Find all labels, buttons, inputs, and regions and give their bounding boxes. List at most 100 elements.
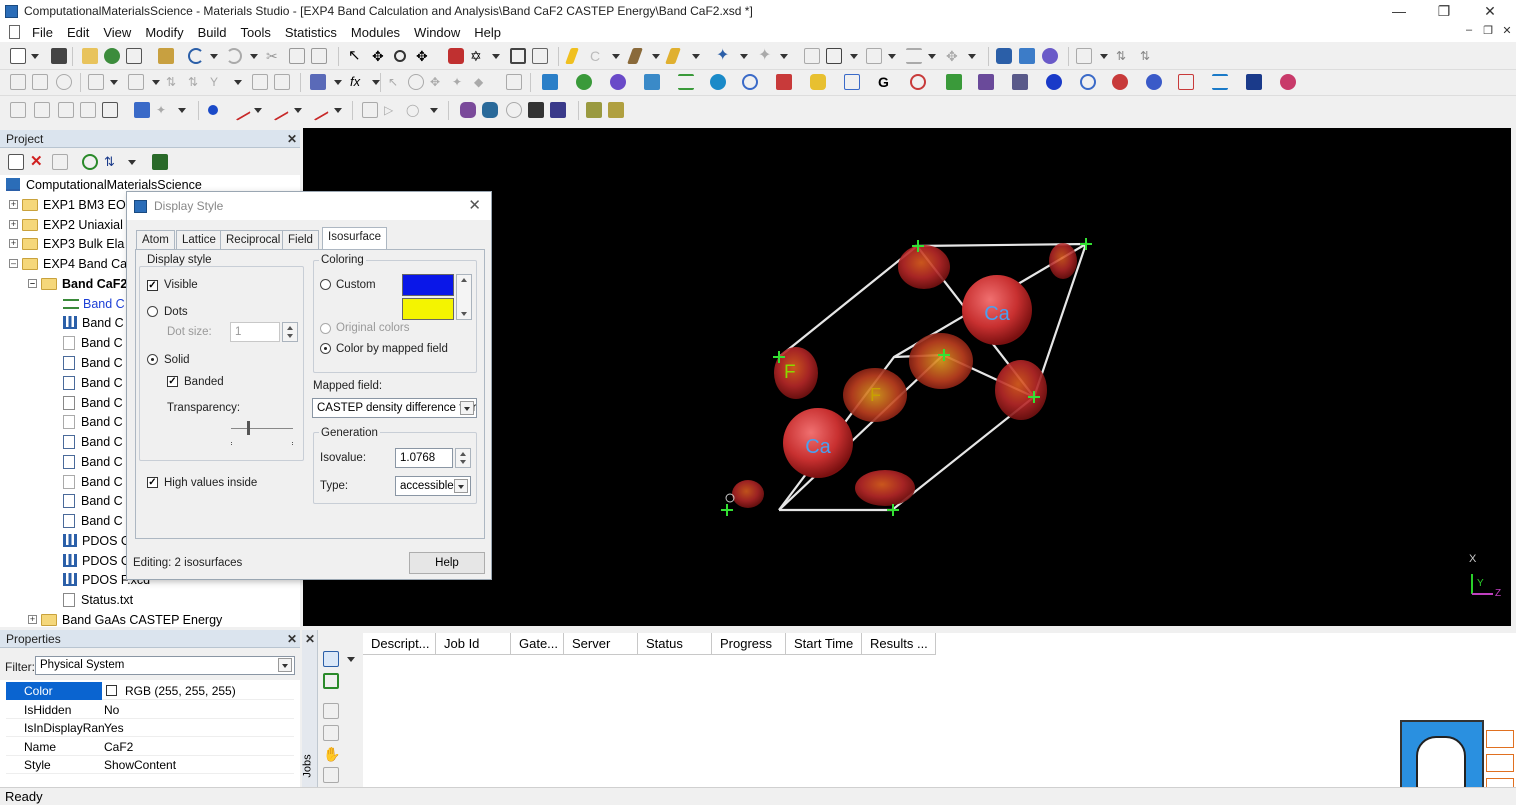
play-icon[interactable]: ▷ [384, 102, 400, 118]
column-gateway[interactable]: Gate... [511, 633, 564, 655]
banded-checkbox[interactable]: ✓ [167, 376, 178, 387]
color-by-mapped-field-radio[interactable] [320, 343, 331, 354]
tree-item[interactable]: + EXP3 Bulk Ela [9, 234, 124, 253]
rotate-icon[interactable]: ✡ [470, 48, 486, 64]
tab-field[interactable]: Field [282, 230, 319, 250]
property-row[interactable]: Style ShowContent [6, 756, 294, 774]
fit-screen-icon[interactable] [510, 48, 526, 64]
high-values-checkbox[interactable]: ✓ [147, 477, 158, 488]
centroid-icon[interactable]: ◆ [474, 74, 490, 90]
tree-item[interactable]: PDOS C [63, 531, 130, 550]
script-icon[interactable] [362, 102, 378, 118]
find-symmetry-icon[interactable]: ✦ [156, 102, 172, 118]
column-job-id[interactable]: Job Id [436, 633, 511, 655]
close-button[interactable]: ✕ [1467, 0, 1513, 22]
move-icon[interactable]: ✥ [946, 48, 962, 64]
animate-icon[interactable] [56, 74, 72, 90]
menu-help[interactable]: Help [474, 25, 501, 40]
box-3d-icon[interactable] [608, 102, 624, 118]
refine-icon[interactable] [80, 102, 96, 118]
isovalue-stepper[interactable] [455, 448, 471, 468]
zoom-icon[interactable] [394, 50, 406, 62]
tree-item[interactable]: Status.txt [63, 590, 133, 609]
translate-icon[interactable]: ✥ [372, 48, 388, 64]
column-start-time[interactable]: Start Time [786, 633, 862, 655]
undo-icon[interactable] [188, 48, 204, 64]
column-server[interactable]: Server [564, 633, 638, 655]
tree-item[interactable]: Band C [63, 353, 123, 372]
mdi-restore-button[interactable]: ❐ [1479, 24, 1497, 37]
expand-icon[interactable]: + [28, 615, 37, 624]
function-icon[interactable]: fx [350, 74, 366, 90]
export-icon[interactable] [158, 48, 174, 64]
chevron-down-icon[interactable] [334, 80, 342, 85]
select-icon[interactable]: ↖ [388, 74, 404, 90]
tree-item[interactable]: + EXP1 BM3 EO [9, 195, 126, 214]
menu-build[interactable]: Build [198, 25, 227, 40]
sketch-icon[interactable] [565, 48, 579, 64]
restore-button[interactable]: ❐ [1421, 0, 1467, 22]
chevron-down-icon[interactable] [780, 54, 788, 59]
dpd-icon[interactable] [810, 74, 826, 90]
calculate-bonds-icon[interactable] [267, 99, 289, 121]
arc-icon[interactable]: C [590, 48, 606, 64]
first-frame-icon[interactable] [10, 74, 26, 90]
mdi-close-button[interactable]: ✕ [1498, 24, 1516, 37]
menu-view[interactable]: View [103, 25, 131, 40]
cut-icon[interactable]: ✂ [266, 48, 282, 64]
collapse-icon[interactable]: – [9, 259, 18, 268]
blends-icon[interactable] [710, 74, 726, 90]
clean-icon[interactable]: ✦ [758, 48, 774, 64]
refresh-jobs-icon[interactable] [323, 673, 339, 689]
forcite-icon[interactable] [610, 74, 626, 90]
menu-tools[interactable]: Tools [241, 25, 271, 40]
chevron-down-icon[interactable] [692, 54, 700, 59]
onetep-icon[interactable] [1046, 74, 1062, 90]
properties-icon[interactable] [52, 154, 68, 170]
dmol3-icon[interactable] [576, 74, 592, 90]
expand-icon[interactable]: + [9, 239, 18, 248]
cell-icon[interactable] [58, 102, 74, 118]
book-icon[interactable] [152, 154, 168, 170]
home-icon[interactable] [506, 74, 522, 90]
sort-descending-icon[interactable]: ⇅ [1140, 48, 1156, 64]
crystal-icon[interactable] [102, 102, 118, 118]
save-icon[interactable] [51, 48, 67, 64]
tab-lattice[interactable]: Lattice [176, 230, 222, 250]
tree-item[interactable]: Band C [63, 452, 123, 471]
import-icon[interactable] [104, 48, 120, 64]
tree-item[interactable]: Band C [63, 412, 123, 431]
tree-item[interactable]: Band C [63, 491, 123, 510]
print-icon[interactable] [126, 48, 142, 64]
align-icon[interactable] [906, 48, 922, 64]
build-crystal-icon[interactable] [996, 48, 1012, 64]
new-folder-icon[interactable] [8, 154, 24, 170]
castep-icon[interactable] [542, 74, 558, 90]
chevron-down-icon[interactable] [968, 54, 976, 59]
record-icon[interactable]: ◯ [406, 102, 422, 118]
gaussian-icon[interactable]: G [878, 74, 894, 90]
chevron-down-icon[interactable] [1100, 54, 1108, 59]
tab-atom[interactable]: Atom [136, 230, 175, 250]
label-icon[interactable] [826, 48, 842, 64]
vamp-icon[interactable] [1246, 74, 1262, 90]
minimize-button[interactable]: — [1376, 0, 1422, 22]
chevron-down-icon[interactable] [612, 54, 620, 59]
chevron-down-icon[interactable] [740, 54, 748, 59]
job-list-icon[interactable] [323, 651, 339, 667]
tab-isosurface[interactable]: Isosurface [322, 227, 388, 250]
delete-icon[interactable]: ✕ [30, 154, 46, 170]
chevron-down-icon[interactable] [372, 80, 380, 85]
tree-item[interactable]: Band C [63, 432, 123, 451]
chevron-down-icon[interactable] [31, 54, 39, 59]
stop-job-icon[interactable]: ✋ [323, 746, 340, 762]
tree-item-selected[interactable]: Band C [63, 294, 125, 313]
filter-icon[interactable]: Y [210, 74, 226, 90]
amorphous-cell-icon[interactable] [678, 74, 694, 90]
paste-icon[interactable] [311, 48, 327, 64]
property-row[interactable]: IsInDisplayRan Yes [6, 719, 294, 737]
tree-item[interactable]: Band C [63, 333, 123, 352]
collapse-icon[interactable]: – [28, 279, 37, 288]
job-properties-icon[interactable] [323, 703, 339, 719]
tree-item[interactable]: – Band CaF2 [28, 274, 127, 293]
